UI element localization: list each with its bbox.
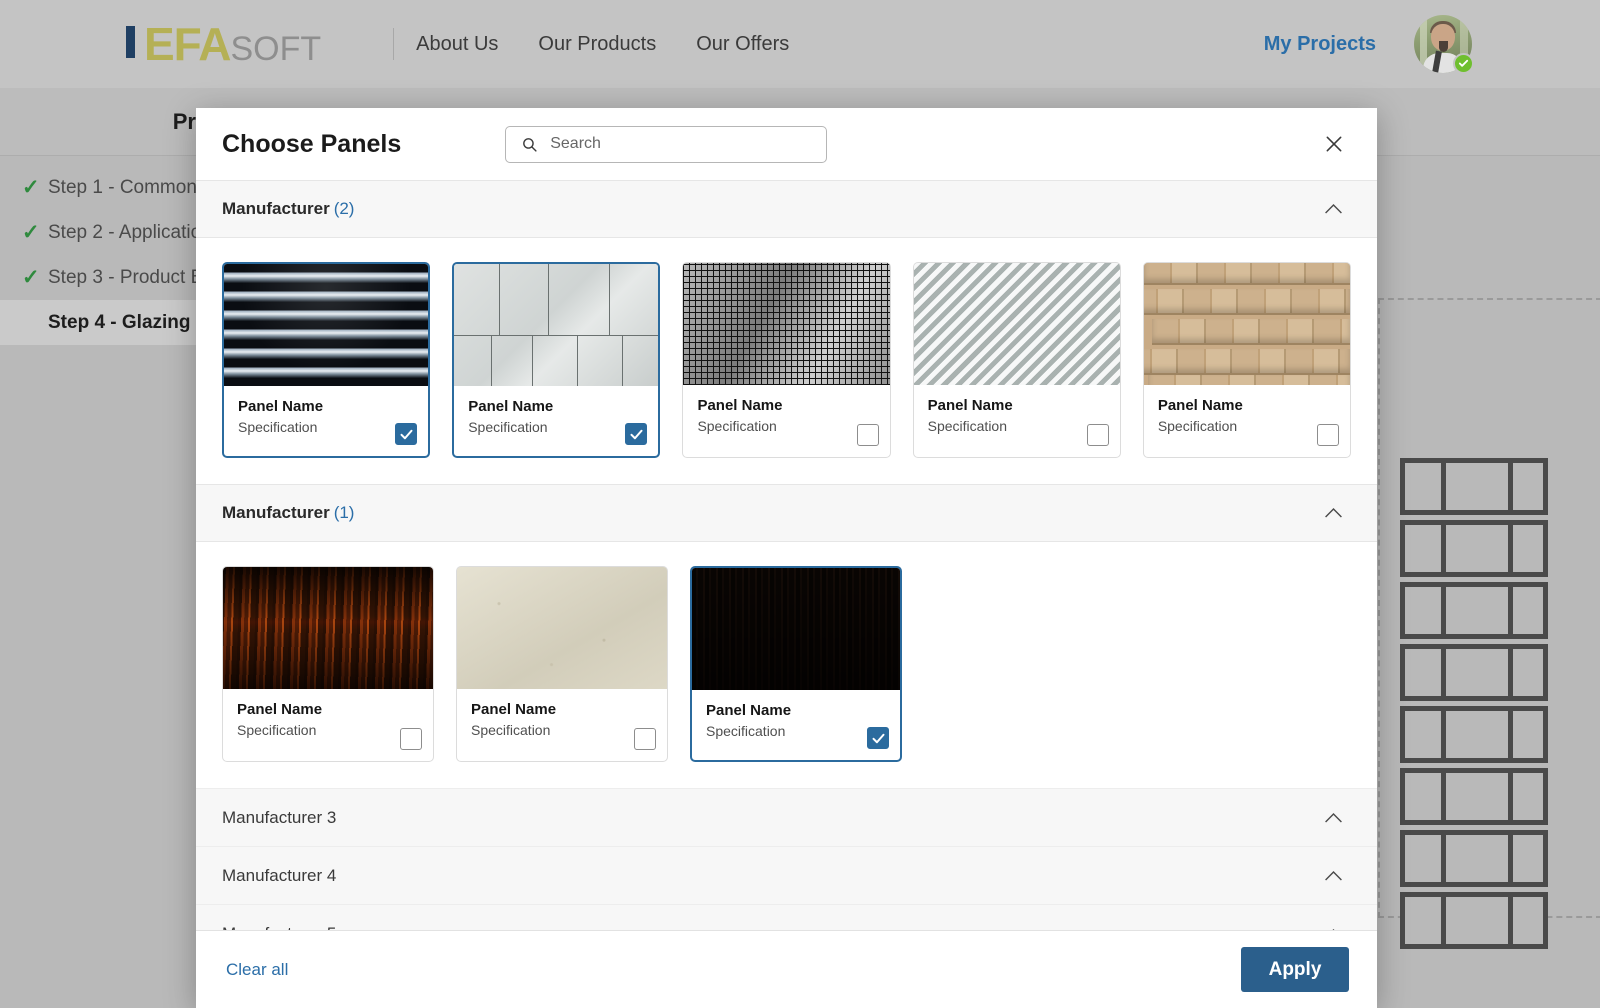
group-header-manufacturer-1[interactable]: Manufacturer (2) — [196, 180, 1377, 238]
panel-name: Panel Name — [238, 398, 324, 415]
panel-spec: Specification — [706, 723, 786, 739]
dialog-header: Choose Panels — [196, 108, 1377, 180]
panel-name: Panel Name — [468, 398, 554, 415]
panel-checkbox[interactable] — [625, 423, 648, 445]
panel-card[interactable]: Panel Name Specification — [222, 566, 434, 762]
search-icon — [523, 137, 537, 152]
panel-card[interactable]: Panel Name Specification — [1142, 262, 1351, 458]
search-field[interactable] — [505, 125, 828, 163]
panel-checkbox[interactable] — [1317, 424, 1339, 446]
group-name-3: Manufacturer 3 — [222, 807, 337, 827]
panel-card[interactable]: Panel Name Specification — [456, 566, 668, 762]
group-name-2: Manufacturer — [222, 503, 330, 522]
group-name-4: Manufacturer 4 — [222, 865, 337, 885]
panel-name: Panel Name — [927, 397, 1013, 414]
panel-checkbox[interactable] — [395, 423, 418, 445]
panel-checkbox[interactable] — [856, 424, 879, 446]
panel-spec: Specification — [1157, 418, 1238, 434]
group-header-manufacturer-4[interactable]: Manufacturer 4 — [196, 846, 1377, 904]
close-icon[interactable] — [1319, 129, 1349, 159]
group-count-1: (2) — [333, 199, 355, 218]
panel-thumbnail — [454, 264, 659, 386]
panel-card[interactable]: Panel Name Specification — [222, 262, 431, 458]
group-title-2: Manufacturer (1) — [222, 503, 354, 523]
dialog-footer: Clear all Apply — [196, 930, 1377, 1008]
panel-name: Panel Name — [697, 397, 783, 414]
panel-spec: Specification — [697, 418, 777, 434]
panel-name: Panel Name — [237, 701, 323, 718]
group-header-manufacturer-3[interactable]: Manufacturer 3 — [196, 788, 1377, 846]
chevron-up-icon — [1325, 508, 1342, 518]
panel-name: Panel Name — [706, 702, 792, 719]
clear-all-button[interactable]: Clear all — [226, 960, 288, 980]
choose-panels-dialog: Choose Panels Manufacturer(2) — [196, 108, 1377, 1008]
group-header-manufacturer-2[interactable]: Manufacturer (1) — [196, 484, 1377, 542]
apply-button[interactable]: Apply — [1241, 947, 1349, 992]
dialog-body: Manufacturer (2) Panel Name Specification — [196, 180, 1377, 930]
panel-card[interactable]: Panel Name Specification — [682, 262, 891, 458]
panel-name: Panel Name — [1157, 397, 1243, 414]
chevron-up-icon — [1325, 204, 1342, 214]
panel-checkbox[interactable] — [400, 728, 422, 750]
panel-card[interactable]: Panel Name Specification — [690, 566, 902, 762]
panel-thumbnail — [1143, 263, 1350, 385]
panel-thumbnail — [692, 568, 900, 690]
chevron-up-icon — [1325, 870, 1342, 880]
dialog-title: Choose Panels — [222, 129, 402, 158]
panel-spec: Specification — [927, 418, 1008, 434]
panel-thumbnail — [683, 263, 890, 385]
app-root: EFA SOFT About Us Our Products Our Offer… — [0, 0, 1600, 1008]
panel-card[interactable]: Panel Name Specification — [912, 262, 1121, 458]
panel-thumbnail — [223, 567, 433, 689]
group-name-1: Manufacturer — [222, 199, 330, 218]
panel-thumbnail — [457, 567, 667, 689]
group-header-manufacturer-5[interactable]: Manufacturer 5 — [196, 904, 1377, 930]
panel-spec: Specification — [468, 419, 548, 435]
panel-checkbox[interactable] — [1086, 424, 1109, 446]
panel-spec: Specification — [471, 722, 551, 738]
panel-grid-2: Panel Name Specification Panel Name Spec… — [196, 542, 1377, 788]
panel-name: Panel Name — [471, 701, 557, 718]
group-title-1: Manufacturer (2) — [222, 199, 354, 219]
search-input[interactable] — [550, 135, 827, 153]
panel-spec: Specification — [237, 722, 317, 738]
panel-checkbox[interactable] — [634, 728, 656, 750]
panel-card[interactable]: Panel Name Specification — [452, 262, 661, 458]
panel-checkbox[interactable] — [867, 727, 889, 749]
chevron-up-icon — [1325, 812, 1342, 822]
panel-thumbnail — [913, 263, 1120, 385]
panel-grid-1: Panel Name Specification Panel Name Spec… — [196, 238, 1377, 484]
group-count-2: (1) — [333, 503, 355, 522]
panel-spec: Specification — [238, 419, 318, 435]
panel-thumbnail — [224, 264, 429, 386]
